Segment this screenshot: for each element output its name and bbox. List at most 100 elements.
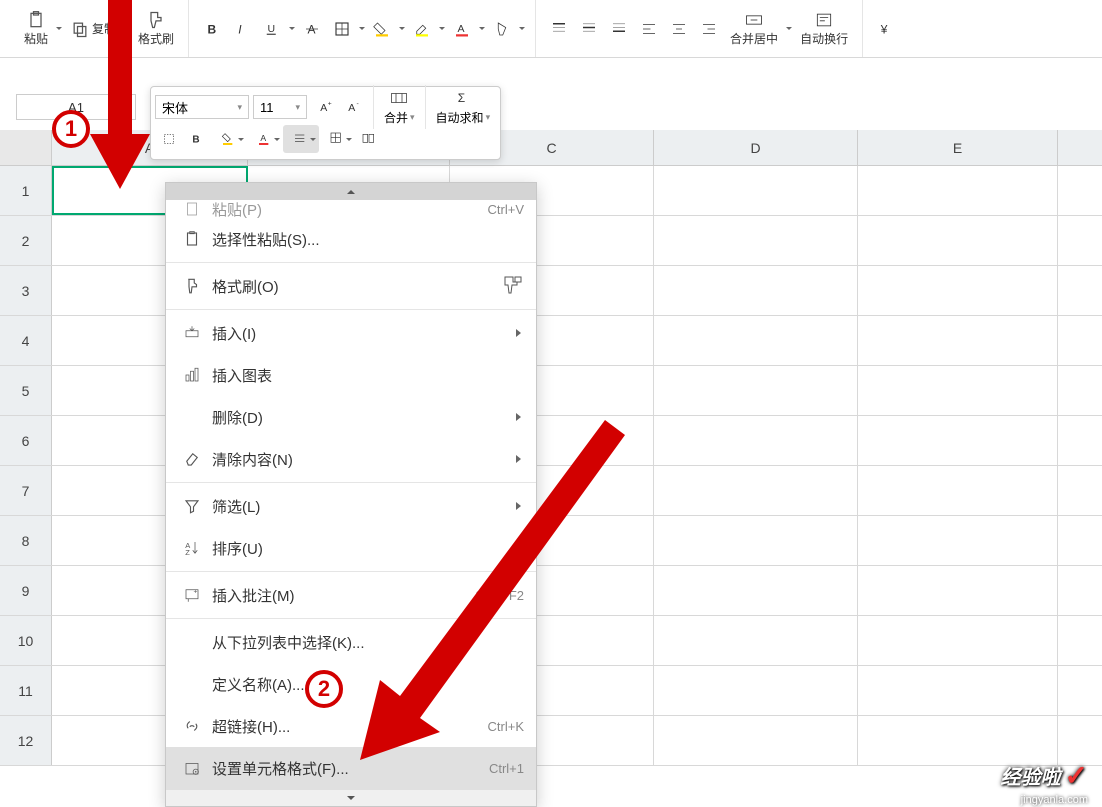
cell-E3[interactable] [858,266,1058,315]
cell-E1[interactable] [858,166,1058,215]
row-header-8[interactable]: 8 [0,516,52,565]
font-size-select[interactable]: 11▾ [253,95,307,119]
strike-icon[interactable]: A [300,17,324,41]
ctx-item-12[interactable]: +插入批注(M)Shift+F2 [166,574,536,616]
ctx-item-2[interactable]: 格式刷(O) [166,265,536,307]
column-header-E[interactable]: E [858,130,1058,165]
mini-align-icon[interactable] [283,125,319,153]
select-all-corner[interactable] [0,130,52,165]
cell-E2[interactable] [858,216,1058,265]
paste-dropdown[interactable] [54,0,64,57]
mini-font-color-icon[interactable]: A [247,125,283,153]
ctx-item-16[interactable]: 超链接(H)...Ctrl+K [166,705,536,747]
ctx-scroll-up[interactable] [166,183,536,200]
ctx-item-9[interactable]: 筛选(L) [166,485,536,527]
align-top-icon[interactable] [547,17,571,41]
row-header-11[interactable]: 11 [0,666,52,715]
cell-D3[interactable] [654,266,858,315]
italic-icon[interactable]: I [230,17,254,41]
cell-D6[interactable] [654,416,858,465]
clear-dropdown[interactable] [517,0,527,57]
font-family-select[interactable]: 宋体▾ [155,95,249,119]
cell-D12[interactable] [654,716,858,765]
wrap-button[interactable]: 自动换行 [794,6,854,51]
align-bottom-icon[interactable] [607,17,631,41]
cell-D11[interactable] [654,666,858,715]
merge-center-button[interactable]: 合并居中 [724,6,784,51]
ctx-item-14[interactable]: 从下拉列表中选择(K)... [166,621,536,663]
underline-icon[interactable]: U [260,17,284,41]
align-middle-icon[interactable] [577,17,601,41]
ctx-item-paste-peek[interactable]: 粘贴(P) Ctrl+V [166,200,536,218]
cell-E7[interactable] [858,466,1058,515]
row-header-12[interactable]: 12 [0,716,52,765]
ctx-item-4[interactable]: 插入(I) [166,312,536,354]
row-header-3[interactable]: 3 [0,266,52,315]
mini-autosum-button[interactable]: Σ 自动求和▾ [430,87,497,128]
currency-icon[interactable]: ¥ [874,17,898,41]
ribbon-group-font: B I U A A [189,0,536,57]
align-center-icon[interactable] [667,17,691,41]
cell-D2[interactable] [654,216,858,265]
merge-center-dropdown[interactable] [784,0,794,57]
shrink-font-icon[interactable]: A- [341,93,369,121]
fill-icon[interactable] [370,17,394,41]
font-color-icon[interactable]: A [450,17,474,41]
cell-E10[interactable] [858,616,1058,665]
format-painter-button[interactable]: 格式刷 [132,6,180,51]
cell-D9[interactable] [654,566,858,615]
ctx-item-5[interactable]: 插入图表 [166,354,536,396]
font-color-dropdown[interactable] [477,0,487,57]
cell-E4[interactable] [858,316,1058,365]
copy-dropdown[interactable] [122,0,132,57]
row-header-6[interactable]: 6 [0,416,52,465]
ctx-scroll-down[interactable] [166,789,536,806]
row-header-9[interactable]: 9 [0,566,52,615]
mini-border-icon[interactable] [319,125,355,153]
ctx-item-0[interactable]: 选择性粘贴(S)... [166,218,536,260]
row-header-10[interactable]: 10 [0,616,52,665]
ribbon-toolbar: 粘贴 复制 格式刷 B I U A A [0,0,1102,58]
copy-button[interactable]: 复制 [64,15,122,43]
highlight-dropdown[interactable] [437,0,447,57]
cell-D4[interactable] [654,316,858,365]
mini-select-icon[interactable] [155,125,183,153]
cell-E6[interactable] [858,416,1058,465]
ctx-item-10[interactable]: AZ排序(U) [166,527,536,569]
row-header-4[interactable]: 4 [0,316,52,365]
mini-format-icon[interactable] [355,125,383,153]
mini-merge-button[interactable]: 合并▾ [378,87,421,128]
underline-dropdown[interactable] [287,0,297,57]
cell-E12[interactable] [858,716,1058,765]
column-header-D[interactable]: D [654,130,858,165]
cell-E11[interactable] [858,666,1058,715]
clear-icon[interactable] [490,17,514,41]
mini-bold-icon[interactable]: B [183,125,211,153]
cell-D5[interactable] [654,366,858,415]
highlight-icon[interactable] [410,17,434,41]
row-header-5[interactable]: 5 [0,366,52,415]
align-right-icon[interactable] [697,17,721,41]
border-dropdown[interactable] [357,0,367,57]
align-left-icon[interactable] [637,17,661,41]
row-header-1[interactable]: 1 [0,166,52,215]
mini-fill-icon[interactable] [211,125,247,153]
paste-button[interactable]: 粘贴 [18,6,54,51]
ctx-item-17[interactable]: 设置单元格格式(F)...Ctrl+1 [166,747,536,789]
cell-E9[interactable] [858,566,1058,615]
ctx-item-7[interactable]: 清除内容(N) [166,438,536,480]
ctx-item-15[interactable]: 定义名称(A)... [166,663,536,705]
cell-D8[interactable] [654,516,858,565]
cell-D1[interactable] [654,166,858,215]
row-header-7[interactable]: 7 [0,466,52,515]
cell-D7[interactable] [654,466,858,515]
fill-dropdown[interactable] [397,0,407,57]
grow-font-icon[interactable]: A+ [313,93,341,121]
border-icon[interactable] [330,17,354,41]
cell-E8[interactable] [858,516,1058,565]
row-header-2[interactable]: 2 [0,216,52,265]
bold-icon[interactable]: B [200,17,224,41]
cell-E5[interactable] [858,366,1058,415]
ctx-item-6[interactable]: 删除(D) [166,396,536,438]
cell-D10[interactable] [654,616,858,665]
